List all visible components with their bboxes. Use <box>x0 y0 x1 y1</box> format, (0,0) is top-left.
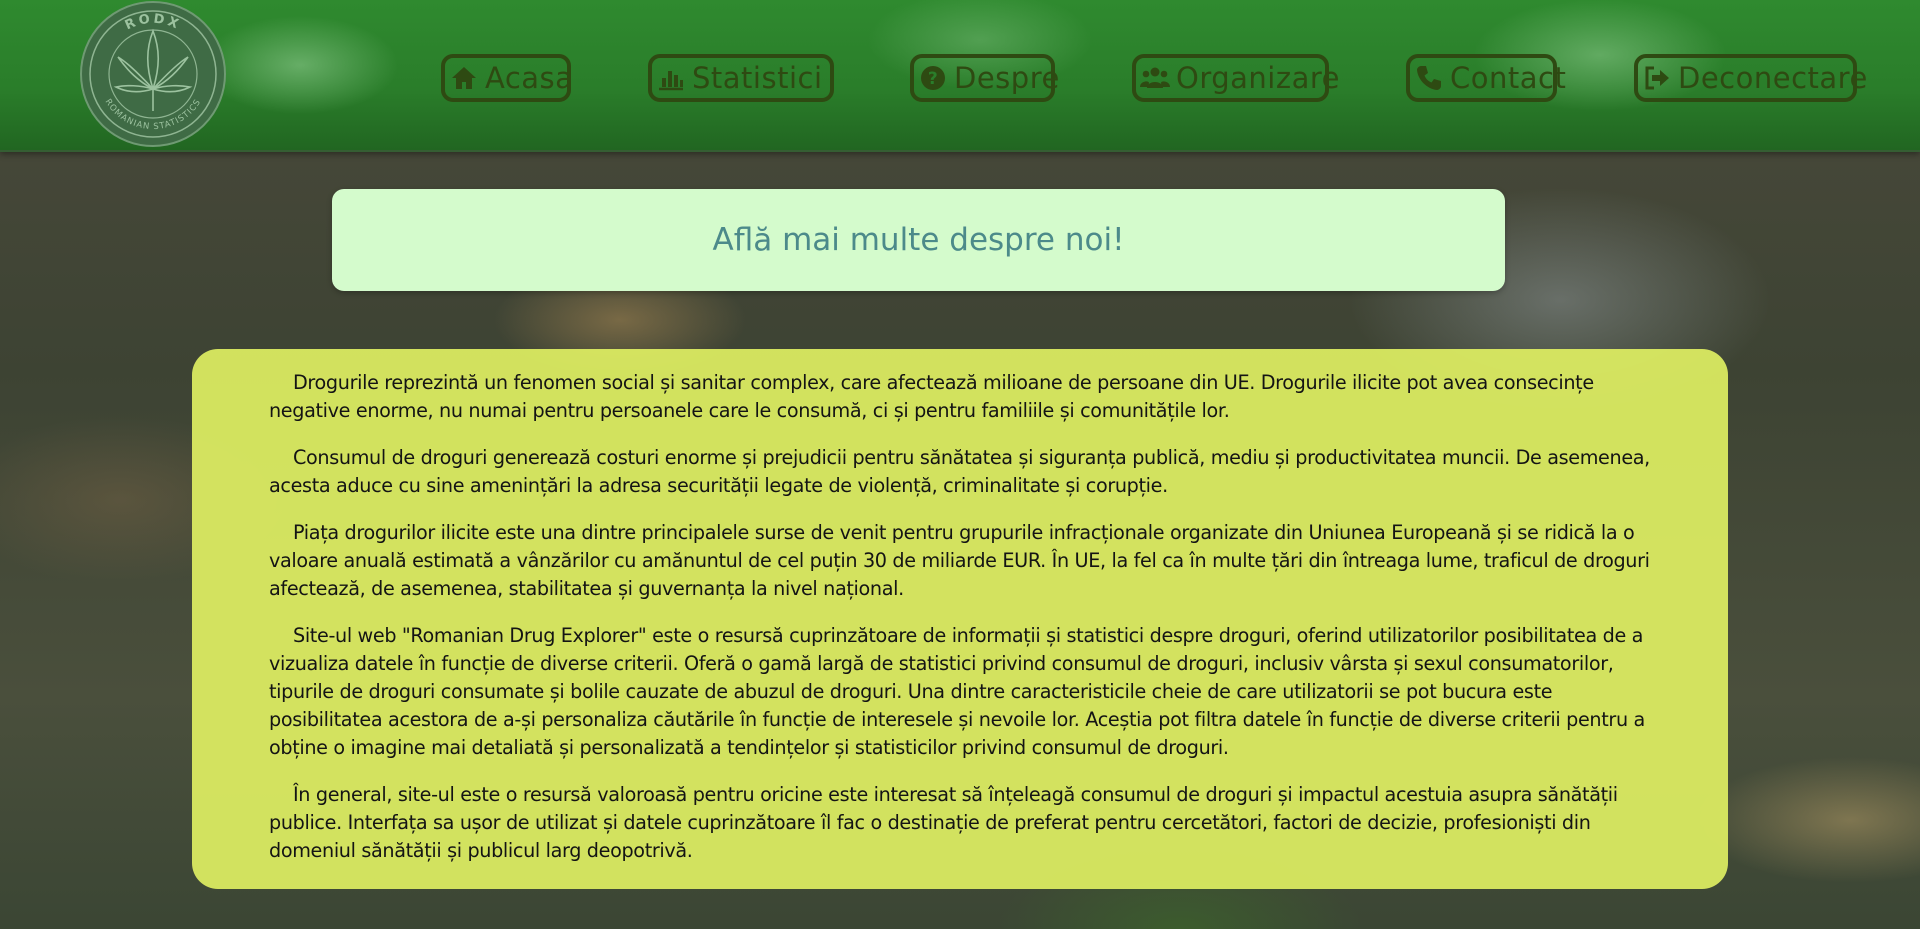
sign-out-icon <box>1642 63 1672 93</box>
page-title: Află mai multe despre noi! <box>712 222 1125 258</box>
nav-acasa-button[interactable]: Acasa <box>441 54 574 102</box>
navbar: RODX ROMANIAN STATISTICS Acasa Statistic… <box>0 0 1920 152</box>
nav-organizare-label: Organizare <box>1176 61 1340 95</box>
nav-contact-button[interactable]: Contact <box>1406 54 1566 102</box>
about-paragraph: În general, site-ul este o resursă valor… <box>269 783 1618 862</box>
title-banner: Află mai multe despre noi! <box>332 189 1505 291</box>
phone-icon <box>1414 63 1444 93</box>
about-content: Drogurile reprezintă un fenomen social ș… <box>192 349 1728 889</box>
nav-despre-label: Despre <box>954 61 1060 95</box>
nav-contact-label: Contact <box>1450 61 1567 95</box>
about-paragraph: Drogurile reprezintă un fenomen social ș… <box>269 371 1594 422</box>
about-paragraph: Site-ul web "Romanian Drug Explorer" est… <box>269 624 1645 759</box>
bar-chart-icon <box>656 63 686 93</box>
nav-statistici-label: Statistici <box>692 61 823 95</box>
nav-statistici-button[interactable]: Statistici <box>648 54 834 102</box>
nav-acasa-label: Acasa <box>485 61 574 95</box>
nav-deconectare-label: Deconectare <box>1678 61 1868 95</box>
nav-deconectare-button[interactable]: Deconectare <box>1634 54 1867 102</box>
about-paragraph: Consumul de droguri generează costuri en… <box>269 446 1650 497</box>
home-icon <box>449 63 479 93</box>
nav-despre-button[interactable]: ? Despre <box>910 54 1059 102</box>
about-paragraph: Piața drogurilor ilicite este una dintre… <box>269 521 1650 600</box>
question-circle-icon: ? <box>918 63 948 93</box>
nav-organizare-button[interactable]: Organizare <box>1132 54 1339 102</box>
svg-text:?: ? <box>928 69 938 89</box>
rodx-logo[interactable]: RODX ROMANIAN STATISTICS <box>80 1 226 147</box>
users-icon <box>1140 63 1170 93</box>
